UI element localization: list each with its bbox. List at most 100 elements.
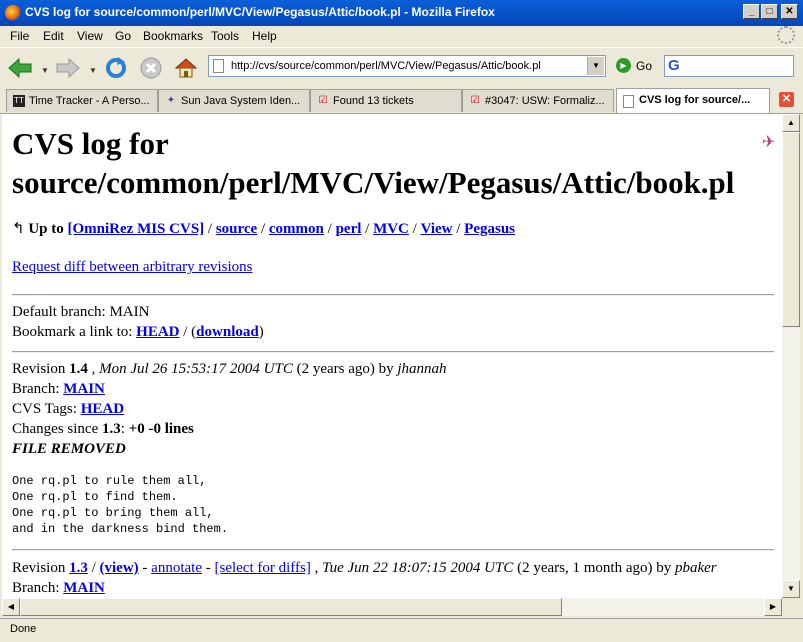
- breadcrumb-source[interactable]: source: [216, 221, 257, 237]
- request-diff-row: Request diff between arbitrary revisions: [12, 259, 252, 276]
- menu-bar: File Edit View Go Bookmarks Tools Help: [0, 26, 803, 46]
- sun-icon: ✦: [166, 95, 176, 106]
- branch-main-link[interactable]: MAIN: [63, 381, 105, 397]
- tab-sun-java[interactable]: ✦ Sun Java System Iden...: [158, 89, 310, 112]
- commit-message: One rq.pl to rule them all, One rq.pl to…: [12, 474, 229, 536]
- minimize-button[interactable]: _: [743, 4, 760, 19]
- file-removed-label: FILE REMOVED: [12, 441, 126, 457]
- status-text: Done: [10, 623, 37, 635]
- menu-tools[interactable]: Tools: [211, 29, 239, 43]
- search-box[interactable]: G: [664, 55, 794, 77]
- default-branch: Default branch: MAIN: [12, 304, 150, 320]
- back-arrow-icon: [8, 57, 32, 79]
- breadcrumb-common[interactable]: common: [269, 221, 324, 237]
- revision-number: 1.4: [69, 361, 88, 377]
- navigation-toolbar: ▼ ▼ ▼ ▶ Go G: [0, 47, 803, 88]
- home-button[interactable]: [172, 54, 200, 82]
- horizontal-scroll-thumb[interactable]: [20, 598, 562, 616]
- scroll-right-arrow-icon[interactable]: ▶: [764, 598, 782, 616]
- back-history-dropdown[interactable]: ▼: [41, 66, 49, 75]
- breadcrumb-mvc[interactable]: MVC: [373, 221, 409, 237]
- horizontal-scrollbar[interactable]: ◀ ▶: [2, 598, 782, 616]
- breadcrumb: ↰ Up to [OmniRez MIS CVS] / source / com…: [12, 221, 516, 237]
- revision-date: Mon Jul 26 15:53:17 2004 UTC: [99, 361, 293, 377]
- menu-go[interactable]: Go: [115, 29, 131, 43]
- go-button[interactable]: ▶ Go: [616, 58, 652, 73]
- reload-button[interactable]: [102, 54, 130, 82]
- menu-file[interactable]: File: [10, 29, 29, 43]
- trac-icon: ☑: [470, 95, 480, 106]
- view-link[interactable]: (view): [100, 560, 139, 576]
- revision-1-4-tags: CVS Tags: HEAD: [12, 401, 125, 417]
- google-icon: G: [668, 57, 680, 74]
- page-icon: [623, 95, 634, 108]
- revision-1-3-link[interactable]: 1.3: [69, 560, 88, 576]
- page-content: CVS log for source/common/perl/MVC/View/…: [2, 114, 782, 598]
- page-icon: [213, 59, 224, 73]
- bookmark-download-link[interactable]: download: [196, 324, 259, 340]
- breadcrumb-perl[interactable]: perl: [336, 221, 362, 237]
- stop-button[interactable]: [137, 54, 165, 82]
- url-history-dropdown[interactable]: ▼: [587, 57, 604, 75]
- tag-head-link[interactable]: HEAD: [81, 401, 124, 417]
- vertical-scrollbar[interactable]: ▲ ▼: [782, 114, 800, 598]
- revision-1-3-branch: Branch: MAIN: [12, 580, 105, 596]
- page-title: CVS log for source/common/perl/MVC/View/…: [12, 126, 735, 200]
- close-button[interactable]: ✕: [781, 4, 798, 19]
- revision-1-3-header: Revision 1.3 / (view) - annotate - [sele…: [12, 560, 717, 576]
- revision-author: jhannah: [397, 361, 447, 377]
- reload-icon: [106, 57, 126, 78]
- scroll-left-arrow-icon[interactable]: ◀: [2, 598, 20, 616]
- forward-history-dropdown[interactable]: ▼: [89, 66, 97, 75]
- trac-icon: ☑: [318, 95, 328, 106]
- bookmark-head-link[interactable]: HEAD: [136, 324, 179, 340]
- annotate-link[interactable]: annotate: [151, 560, 202, 576]
- close-tab-icon[interactable]: ✕: [779, 92, 794, 107]
- tab-ticket-3047[interactable]: ☑ #3047: USW: Formaliz...: [462, 89, 614, 112]
- revision-1-4-branch: Branch: MAIN: [12, 381, 105, 397]
- menu-bookmarks[interactable]: Bookmarks: [143, 29, 203, 43]
- branch-main-link[interactable]: MAIN: [63, 580, 105, 596]
- revision-author: pbaker: [674, 560, 717, 576]
- revision-date: Tue Jun 22 18:07:15 2004 UTC: [322, 560, 514, 576]
- tab-found-tickets[interactable]: ☑ Found 13 tickets: [310, 89, 462, 112]
- back-button[interactable]: [6, 54, 34, 82]
- divider: [12, 549, 774, 551]
- scroll-down-arrow-icon[interactable]: ▼: [782, 580, 800, 598]
- revision-1-4-header: Revision 1.4 , Mon Jul 26 15:53:17 2004 …: [12, 361, 447, 377]
- firefox-icon: [5, 5, 21, 21]
- breadcrumb-view[interactable]: View: [421, 221, 453, 237]
- divider: [12, 294, 774, 296]
- scroll-up-arrow-icon[interactable]: ▲: [782, 114, 800, 132]
- up-to-label: Up to: [28, 221, 64, 237]
- window-title: CVS log for source/common/perl/MVC/View/…: [25, 5, 495, 19]
- go-arrow-icon: ▶: [616, 58, 631, 73]
- url-input[interactable]: [231, 58, 586, 74]
- menu-view[interactable]: View: [77, 29, 103, 43]
- revision-1-4-changes: Changes since 1.3: +0 -0 lines: [12, 421, 194, 437]
- request-diff-link[interactable]: Request diff between arbitrary revisions: [12, 259, 252, 275]
- bookmark-row: Bookmark a link to: HEAD / (download): [12, 324, 264, 340]
- forward-arrow-icon: [56, 57, 80, 79]
- throbber-icon: [777, 26, 795, 44]
- url-bar[interactable]: ▼: [208, 55, 606, 77]
- tab-time-tracker[interactable]: TT Time Tracker - A Perso...: [6, 89, 158, 112]
- status-bar: Done: [0, 618, 803, 642]
- up-arrow-icon: ↰: [12, 221, 25, 237]
- window-title-bar: CVS log for source/common/perl/MVC/View/…: [0, 0, 803, 26]
- stop-icon: [140, 57, 162, 79]
- menu-edit[interactable]: Edit: [43, 29, 64, 43]
- divider: [12, 351, 774, 353]
- tab-bar: TT Time Tracker - A Perso... ✦ Sun Java …: [0, 87, 803, 114]
- breadcrumb-pegasus[interactable]: Pegasus: [464, 221, 515, 237]
- menu-help[interactable]: Help: [252, 29, 277, 43]
- home-icon: [174, 58, 198, 78]
- time-tracker-icon: TT: [13, 95, 25, 107]
- vertical-scroll-thumb[interactable]: [782, 132, 800, 327]
- maximize-button[interactable]: □: [761, 4, 778, 19]
- cvs-bird-icon: ✈: [762, 134, 776, 151]
- forward-button[interactable]: [54, 54, 82, 82]
- select-for-diffs-link[interactable]: [select for diffs]: [214, 560, 310, 576]
- breadcrumb-omnirez[interactable]: [OmniRez MIS CVS]: [68, 221, 205, 237]
- tab-cvs-log[interactable]: CVS log for source/...: [616, 88, 770, 113]
